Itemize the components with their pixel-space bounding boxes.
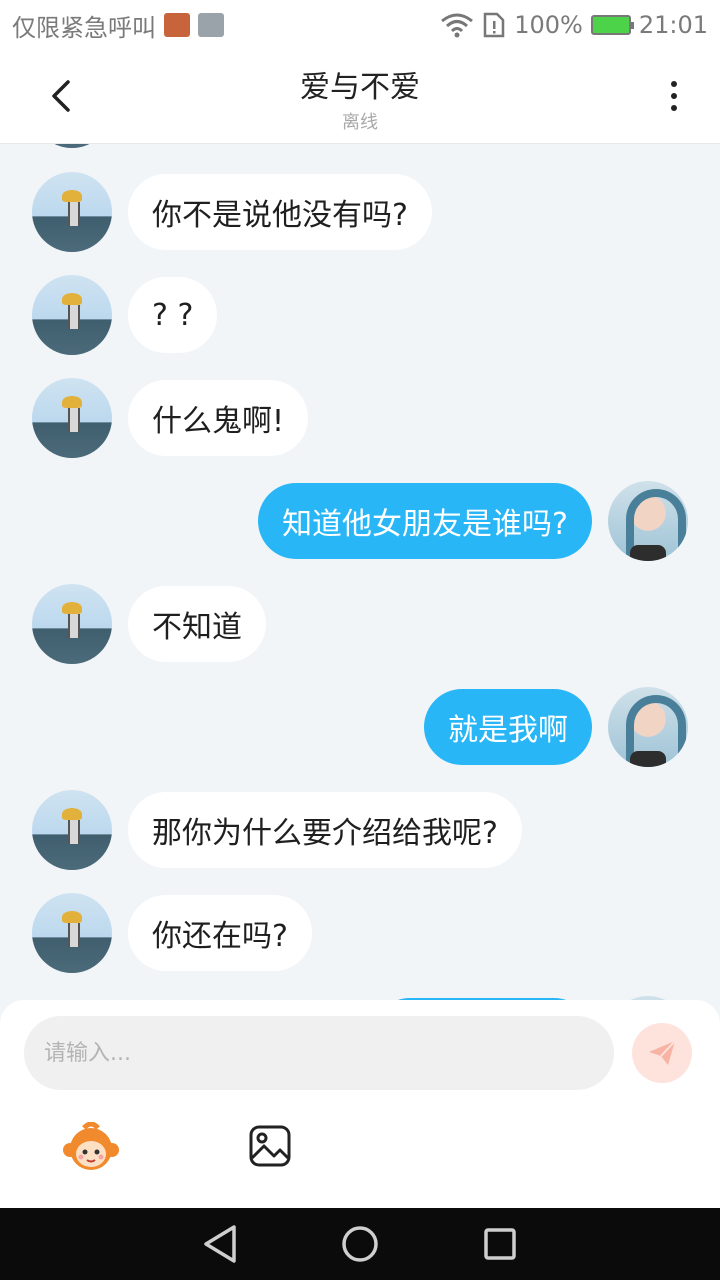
nav-back-button[interactable] xyxy=(198,1222,242,1266)
message-row: 你还在吗? xyxy=(0,893,720,973)
avatar[interactable] xyxy=(32,172,112,252)
message-row: 知道他女朋友是谁吗? xyxy=(0,481,720,561)
send-button[interactable] xyxy=(632,1023,692,1083)
message-list[interactable]: 你不是说他没有吗? ? ? 什么鬼啊! 知道他女朋友是谁吗? 不知道 就是我啊 … xyxy=(0,144,720,1000)
clock: 21:01 xyxy=(638,11,708,39)
message-bubble[interactable]: 不知道 xyxy=(128,586,266,662)
avatar[interactable] xyxy=(608,687,688,767)
avatar[interactable] xyxy=(32,378,112,458)
paper-plane-icon xyxy=(649,1040,676,1065)
status-bar: 仅限紧急呼叫 100% 21:01 xyxy=(0,0,720,50)
more-vertical-icon-dot xyxy=(671,93,677,99)
page-title: 爱与不爱 xyxy=(300,70,420,105)
title-block: 爱与不爱 离线 xyxy=(0,62,720,134)
avatar[interactable] xyxy=(32,275,112,355)
nav-recents-button[interactable] xyxy=(478,1222,522,1266)
avatar[interactable] xyxy=(608,481,688,561)
message-row: 就是我啊 xyxy=(0,687,720,767)
image-notification-icon xyxy=(198,13,224,37)
triangle-back-icon xyxy=(204,1225,236,1263)
nav-home-button[interactable] xyxy=(338,1222,382,1266)
avatar[interactable] xyxy=(32,584,112,664)
message-bubble[interactable]: 什么鬼啊! xyxy=(128,380,309,456)
message-bubble[interactable]: 就是我啊 xyxy=(424,689,592,765)
message-row: ? ? xyxy=(0,275,720,355)
message-bubble[interactable]: ? ? xyxy=(128,277,218,353)
battery-percent: 100% xyxy=(514,11,583,39)
sim-alert-icon xyxy=(483,12,505,38)
more-options-button[interactable] xyxy=(652,74,696,118)
message-row: 不知道 xyxy=(0,584,720,664)
app-notification-icon xyxy=(164,13,190,37)
emoji-button[interactable] xyxy=(62,1121,120,1174)
circle-home-icon xyxy=(342,1226,378,1262)
message-bubble[interactable]: 那你为什么要介绍给我呢? xyxy=(128,792,522,868)
more-vertical-icon-dot xyxy=(671,105,677,111)
image-picker-button[interactable] xyxy=(248,1124,292,1168)
system-nav-bar xyxy=(0,1208,720,1280)
battery-icon xyxy=(590,15,634,35)
more-vertical-icon xyxy=(671,81,677,87)
image-icon xyxy=(249,1125,291,1167)
message-bubble[interactable]: 知道他女朋友是谁吗? xyxy=(258,483,592,559)
message-bubble[interactable]: 你还在吗? xyxy=(128,895,312,971)
wifi-icon xyxy=(441,13,474,38)
chat-header: 爱与不爱 离线 xyxy=(0,50,720,144)
avatar[interactable] xyxy=(32,893,112,973)
square-recents-icon xyxy=(484,1228,516,1260)
chat-screen: 仅限紧急呼叫 100% 21:01 爱与不爱 离线 你不是说他没有吗? ? ? … xyxy=(0,0,720,1280)
avatar[interactable] xyxy=(32,144,112,148)
carrier-text: 仅限紧急呼叫 xyxy=(12,13,156,42)
message-input[interactable] xyxy=(24,1016,614,1090)
message-row: 那你为什么要介绍给我呢? xyxy=(0,790,720,870)
presence-status: 离线 xyxy=(342,112,378,133)
avatar[interactable] xyxy=(32,790,112,870)
composer-panel xyxy=(0,1000,720,1208)
message-bubble[interactable]: 你不是说他没有吗? xyxy=(128,174,432,250)
message-row: 什么鬼啊! xyxy=(0,378,720,458)
message-row: 你不是说他没有吗? xyxy=(0,172,720,252)
monkey-emoji-icon xyxy=(63,1121,119,1170)
